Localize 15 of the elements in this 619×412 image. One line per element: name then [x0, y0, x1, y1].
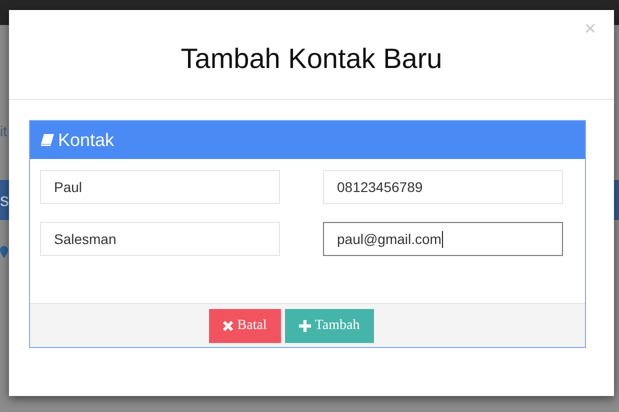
background-text: it	[0, 123, 7, 139]
panel-title: Kontak	[58, 130, 114, 150]
field-value: Salesman	[54, 231, 116, 247]
location-pin-icon	[0, 246, 8, 258]
input-field[interactable]: paul@gmail.com	[323, 222, 563, 256]
input-field[interactable]: Paul	[40, 170, 280, 204]
plus-icon	[298, 320, 311, 332]
input-field[interactable]: Salesman	[40, 222, 280, 256]
modal-title: Tambah Kontak Baru	[180, 42, 442, 74]
field-value: paul@gmail.com	[337, 231, 442, 247]
field-value: Paul	[54, 179, 82, 195]
field-value: 08123456789	[337, 179, 423, 195]
input-field[interactable]: 08123456789	[323, 170, 563, 204]
book-icon	[41, 134, 54, 146]
close-icon	[223, 320, 234, 330]
